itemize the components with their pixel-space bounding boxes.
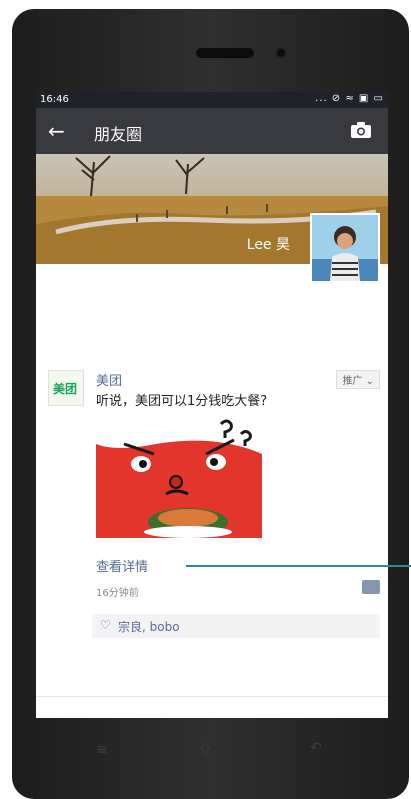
liker-names[interactable]: 宗良, bobo: [118, 618, 180, 635]
likes-panel: ♡ 宗良, bobo: [92, 614, 380, 638]
menu-icon[interactable]: ≡: [96, 742, 108, 758]
account-logo-text: 美团: [53, 382, 78, 396]
app-screen: 16:46 ... ⊘ ≈ ▣ ▭ ← 朋友圈 Lee 昊 美团 美团 推广 ⌄…: [36, 92, 388, 718]
camera-icon[interactable]: [350, 121, 372, 139]
cartoon-face-illustration: [96, 414, 262, 538]
status-icons: ... ⊘ ≈ ▣ ▭: [315, 93, 384, 104]
back-arrow-icon[interactable]: ←: [48, 119, 65, 143]
status-time: 16:46: [40, 94, 69, 105]
heart-icon: ♡: [100, 618, 111, 632]
annotation-pointer-line: [186, 565, 411, 567]
earpiece-speaker: [196, 48, 254, 58]
post-time: 16分钟前: [96, 588, 139, 599]
post-image[interactable]: [96, 414, 262, 538]
ad-tag-button[interactable]: 推广 ⌄: [336, 370, 380, 389]
profile-avatar[interactable]: [310, 213, 380, 283]
divider: [36, 696, 388, 697]
back-nav-icon[interactable]: ↶: [310, 740, 322, 756]
home-icon[interactable]: ◇: [200, 740, 211, 756]
post-text: 听说，美团可以1分钱吃大餐?: [96, 394, 268, 409]
view-details-link[interactable]: 查看详情: [96, 556, 148, 575]
profile-name: Lee 昊: [246, 237, 290, 253]
top-navbar: ← 朋友圈: [36, 108, 388, 154]
account-name[interactable]: 美团: [96, 370, 122, 389]
account-avatar[interactable]: 美团: [48, 370, 84, 406]
front-camera: [277, 49, 285, 57]
status-bar: 16:46 ... ⊘ ≈ ▣ ▭: [36, 92, 388, 108]
comment-menu-icon[interactable]: [362, 580, 380, 594]
page-title: 朋友圈: [94, 125, 143, 144]
avatar-photo: [312, 215, 378, 281]
